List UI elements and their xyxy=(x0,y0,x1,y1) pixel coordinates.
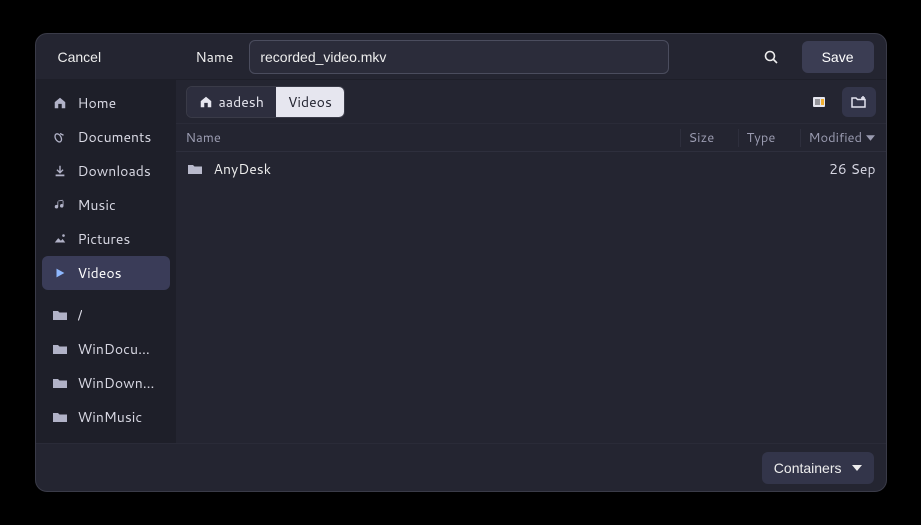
sidebar-item-videos[interactable]: Videos xyxy=(42,256,170,290)
settings-icon xyxy=(811,95,827,109)
sidebar-item-pictures[interactable]: Pictures xyxy=(42,222,170,256)
dialog-footer: Containers xyxy=(36,443,886,491)
pictures-icon xyxy=(52,231,68,247)
sidebar-item-label: Videos xyxy=(78,263,122,283)
sidebar-item-label: Documents xyxy=(78,127,152,147)
sidebar: Home Documents Downloads Music Pictures Video… xyxy=(36,80,176,443)
sidebar-item-music[interactable]: Music xyxy=(42,188,170,222)
sidebar-item-downloads[interactable]: Downloads xyxy=(42,154,170,188)
new-folder-icon xyxy=(850,94,868,110)
sidebar-mount[interactable]: WinMusic xyxy=(42,400,170,434)
cancel-button[interactable]: Cancel xyxy=(48,41,112,73)
column-header-type[interactable]: Type xyxy=(738,129,800,147)
search-button[interactable] xyxy=(754,40,788,74)
home-icon xyxy=(199,95,213,109)
sidebar-item-label: / xyxy=(78,305,83,325)
sidebar-item-label: Music xyxy=(78,195,116,215)
breadcrumb-home-label: aadesh xyxy=(219,92,264,112)
folder-icon xyxy=(52,409,68,425)
sidebar-item-documents[interactable]: Documents xyxy=(42,120,170,154)
chevron-down-icon xyxy=(852,465,862,471)
dialog-body: Home Documents Downloads Music Pictures Video… xyxy=(36,80,886,443)
videos-icon xyxy=(52,265,68,281)
folder-icon xyxy=(52,307,68,323)
filter-label: Containers xyxy=(774,460,842,476)
path-bar: aadesh Videos xyxy=(176,80,886,124)
column-header-modified[interactable]: Modified xyxy=(800,129,886,147)
filename-label: Name xyxy=(195,47,233,67)
sidebar-item-label: WinDocu… xyxy=(78,339,150,359)
breadcrumb-home[interactable]: aadesh xyxy=(187,87,276,117)
new-folder-button[interactable] xyxy=(842,87,876,117)
file-modified: 26 Sep xyxy=(800,159,876,179)
sidebar-mount[interactable]: WinDocu… xyxy=(42,332,170,366)
home-icon xyxy=(52,95,68,111)
breadcrumb-current-label: Videos xyxy=(288,92,332,112)
downloads-icon xyxy=(52,163,68,179)
sidebar-mount[interactable]: WinDown… xyxy=(42,366,170,400)
folder-icon xyxy=(186,161,204,177)
sidebar-item-label: Home xyxy=(78,93,117,113)
folder-icon xyxy=(52,375,68,391)
dialog-header: Cancel Name Save xyxy=(36,34,886,80)
sort-desc-icon xyxy=(866,135,875,141)
main-pane: aadesh Videos xyxy=(176,80,886,443)
folder-icon xyxy=(52,341,68,357)
column-header-size[interactable]: Size xyxy=(680,129,738,147)
sidebar-item-label: WinMusic xyxy=(78,407,143,427)
sidebar-item-label: WinDown… xyxy=(78,373,155,393)
file-name: AnyDesk xyxy=(214,159,680,179)
column-header-name[interactable]: Name xyxy=(176,129,680,147)
breadcrumb-current[interactable]: Videos xyxy=(276,87,344,117)
search-icon xyxy=(763,49,779,65)
music-icon xyxy=(52,197,68,213)
settings-button[interactable] xyxy=(802,87,836,117)
file-save-dialog: Cancel Name Save Home Documents Downloads M… xyxy=(35,33,887,492)
sidebar-mount[interactable]: / xyxy=(42,298,170,332)
column-headers: Name Size Type Modified xyxy=(176,124,886,152)
file-type-filter[interactable]: Containers xyxy=(762,452,874,484)
documents-icon xyxy=(52,129,68,145)
breadcrumb: aadesh Videos xyxy=(186,86,345,118)
sidebar-item-label: Pictures xyxy=(78,229,131,249)
sidebar-item-label: Downloads xyxy=(78,161,151,181)
file-row[interactable]: AnyDesk 26 Sep xyxy=(176,152,886,186)
sidebar-item-home[interactable]: Home xyxy=(42,86,170,120)
save-button[interactable]: Save xyxy=(802,41,874,73)
filename-input[interactable] xyxy=(249,40,669,74)
file-list[interactable]: AnyDesk 26 Sep xyxy=(176,152,886,443)
